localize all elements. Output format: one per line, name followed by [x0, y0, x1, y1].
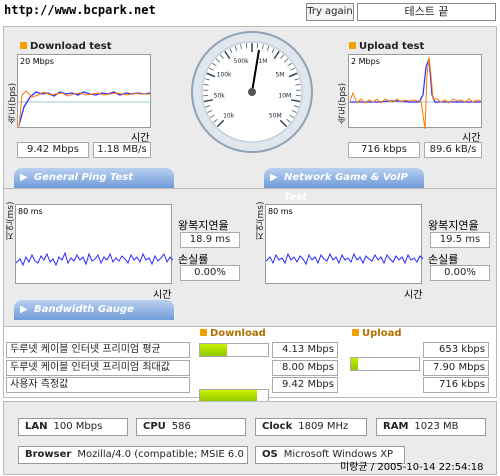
bw-ul-value: 716 kbps [423, 377, 489, 393]
download-curve-2 [18, 90, 150, 128]
gauge-tick-label: 1M [258, 58, 267, 65]
download-curve [18, 91, 151, 126]
voip-xlabel: 시간 [404, 290, 423, 301]
upload-graph: 2 Mbps [348, 54, 483, 130]
bw-download-title: Download [200, 328, 266, 339]
bw-row-label: 두루넷 케이블 인터넷 프리미엄 평균 [6, 342, 190, 358]
clock-info: Clock 1809 MHz [255, 418, 367, 436]
download-scale: 20 Mbps [20, 57, 54, 66]
browser-info: Browser Mozilla/4.0 (compatible; MSIE 6.0 [18, 446, 248, 464]
download-graph-plot [18, 90, 152, 128]
divider [3, 188, 497, 189]
gauge-tick-label: 50k [214, 93, 226, 100]
download-graph: 20 Mbps [17, 54, 152, 128]
voip-curve [265, 252, 424, 266]
gauge-tick-label: 500k [234, 58, 249, 65]
gauge-tick-label: 10M [278, 93, 291, 100]
footer-stamp: 미랑균 / 2005-10-14 22:54:18 [340, 462, 484, 473]
bw-row-label: 두루넷 케이블 인터넷 프리미엄 최대값 [6, 360, 190, 376]
upload-title: Upload test [349, 41, 424, 52]
voip-loss: 0.00% [430, 265, 490, 281]
voip-graph-plot [265, 252, 424, 266]
download-title: Download test [20, 41, 112, 52]
gauge-tick-label: 5M [275, 71, 284, 78]
ping-rtt: 18.9 ms [180, 232, 240, 248]
ping-loss: 0.00% [180, 265, 240, 281]
bw-ul-value: 653 kbps [423, 342, 489, 358]
upload-kbs: 89.6 kB/s [424, 142, 482, 158]
download-dot-icon [20, 42, 27, 49]
ping-curve [15, 251, 174, 267]
site-url: http://www.bcpark.net [4, 3, 156, 17]
bandwidth-header: ▶ Bandwidth Gauge [14, 300, 174, 320]
bw-upload-title: Upload [352, 328, 401, 339]
ping-xlabel: 시간 [153, 290, 172, 301]
download-mbs: 1.18 MB/s [93, 142, 151, 158]
upload-curve-2 [349, 56, 482, 130]
upload-scale: 2 Mbps [351, 57, 380, 66]
bw-dl-value: 4.13 Mbps [272, 342, 338, 358]
voip-scale: 80 ms [268, 207, 293, 216]
status-box: 테스트 끝 [357, 3, 496, 21]
try-again-button[interactable]: Try again [306, 3, 354, 21]
ping-rtt-label: 왕복지연율 [178, 219, 229, 232]
download-mbps: 9.42 Mbps [17, 142, 89, 158]
ping-scale: 80 ms [18, 207, 43, 216]
bw-ul-fill [351, 358, 358, 370]
bw-dl-bar [199, 343, 269, 357]
gauge-dial: 10k 50k 100k500k 1M 5M 10M 50M [191, 31, 313, 153]
upload-dot-icon [349, 42, 356, 49]
bw-row-label: 사용자 측정값 [6, 377, 190, 393]
play-icon: ▶ [20, 304, 28, 315]
lan-info: LAN 100 Mbps [18, 418, 128, 436]
bw-dl-value: 9.42 Mbps [272, 377, 338, 393]
gauge-tick-label: 50M [269, 112, 282, 119]
voip-header: ▶ Network Game & VoIP Test [264, 168, 424, 203]
ping-graph: 80 ms [15, 204, 174, 284]
upload-graph-plot [349, 56, 483, 130]
ping-graph-plot [15, 251, 174, 267]
gauge-tick-label: 10k [223, 112, 235, 119]
bw-dl-fill [200, 344, 228, 356]
cpu-info: CPU 586 [136, 418, 246, 436]
gauge-tick-label: 100k [217, 71, 232, 78]
bw-dl-value: 8.00 Mbps [272, 360, 338, 376]
upload-kbps: 716 kbps [348, 142, 420, 158]
voip-rtt-label: 왕복지연율 [428, 219, 479, 232]
dot-icon [200, 329, 207, 336]
bw-ul-value: 7.90 Mbps [423, 360, 489, 376]
speed-gauge: 10k 50k 100k 500k 1M 5M 10M 50M [190, 30, 314, 154]
bw-ul-bar [350, 357, 420, 371]
gauge-hub [248, 88, 256, 96]
voip-rtt: 19.5 ms [430, 232, 490, 248]
play-icon: ▶ [20, 172, 28, 183]
general-ping-header: ▶ General Ping Test [14, 168, 174, 188]
ram-info: RAM 1023 MB [376, 418, 486, 436]
voip-graph: 80 ms [265, 204, 424, 284]
dot-icon [352, 329, 359, 336]
play-icon: ▶ [270, 172, 278, 183]
